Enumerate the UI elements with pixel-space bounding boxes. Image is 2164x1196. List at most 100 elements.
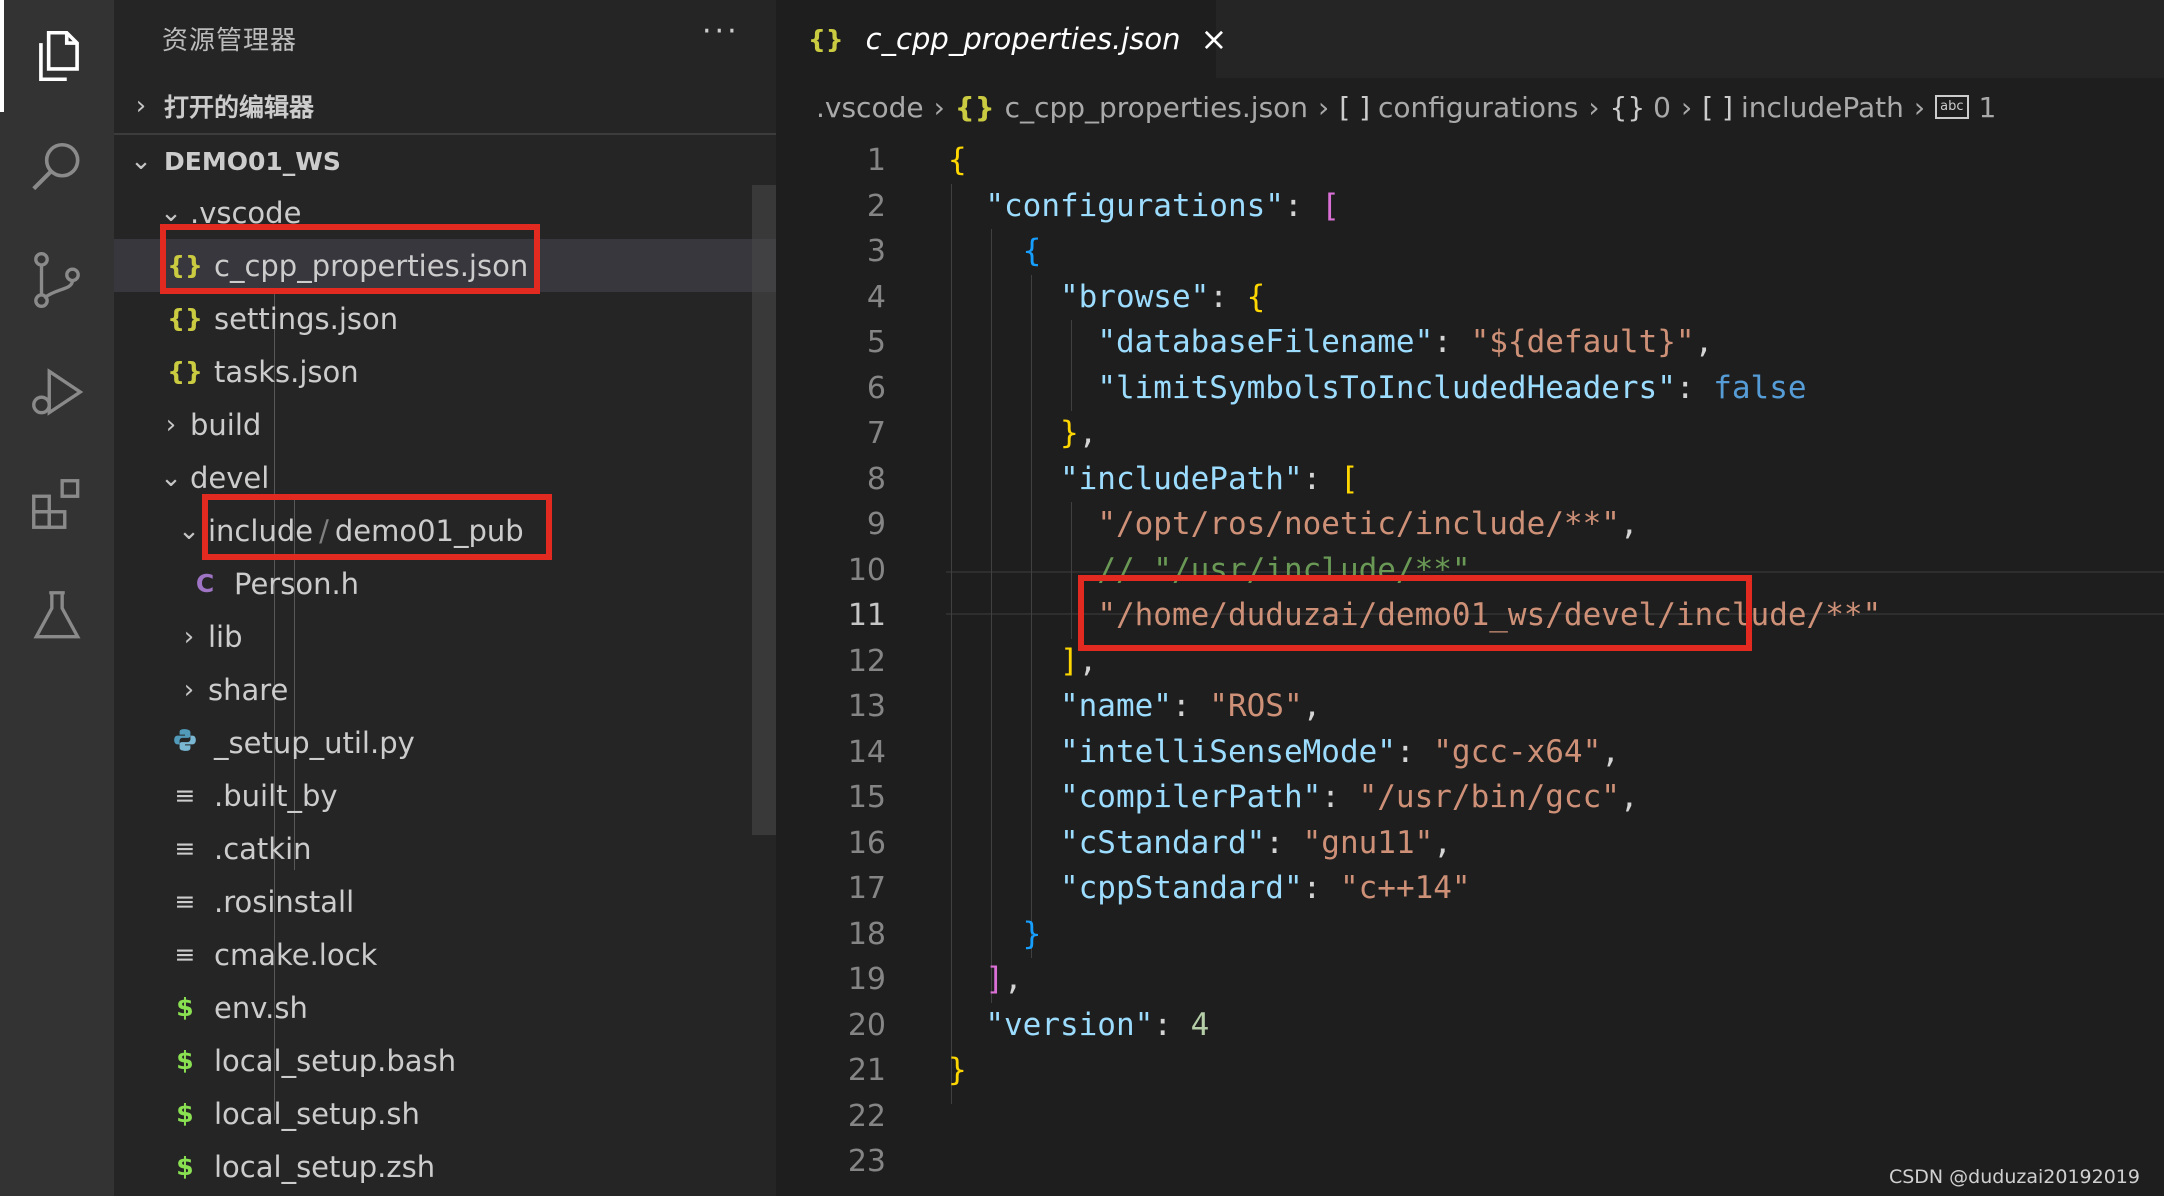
code-line: 20 "version": 4 (776, 1003, 2164, 1049)
workspace-section[interactable]: ⌄ DEMO01_WS (114, 135, 776, 187)
close-icon[interactable]: × (1200, 20, 1227, 58)
tree-file-local-setup-sh[interactable]: $ local_setup.sh (114, 1087, 754, 1140)
json-key: "cStandard" (1059, 824, 1266, 861)
object-icon: {} (1609, 90, 1646, 124)
tree-file-built-by[interactable]: ≡ .built_by (114, 769, 754, 822)
tree-folder-build[interactable]: › build (114, 398, 754, 451)
line-number: 13 (847, 689, 886, 724)
chevron-right-icon: › (1318, 90, 1330, 124)
tab-c-cpp-properties[interactable]: {} c_cpp_properties.json × (776, 0, 1227, 78)
tree-item-label: env.sh (214, 990, 308, 1025)
chevron-down-icon: ⌄ (160, 197, 182, 228)
tree-file-person-h[interactable]: C Person.h (114, 557, 754, 610)
chevron-right-icon: › (1588, 90, 1600, 124)
line-number: 6 (866, 370, 886, 406)
line-number: 23 (847, 1144, 886, 1179)
tree-file-env-sh[interactable]: $ env.sh (114, 981, 754, 1034)
explorer-sidebar: 资源管理器 ··· › 打开的编辑器 ⌄ DEMO01_WS ⌄ .vscode… (114, 0, 776, 1196)
tree-folder-lib[interactable]: › lib (114, 610, 754, 663)
tree-file-setup-util-py[interactable]: _setup_util.py (114, 716, 754, 769)
json-file-icon: {} (954, 90, 995, 124)
explorer-activity-button[interactable] (0, 0, 114, 112)
text-file-icon: ≡ (174, 887, 196, 916)
json-key: "name" (1059, 688, 1172, 724)
line-number: 1 (866, 143, 886, 178)
watermark: CSDN @duduzai20192019 (1888, 1166, 2140, 1188)
editor-tab-bar: {} c_cpp_properties.json × (776, 0, 2164, 78)
breadcrumb-index[interactable]: 0 (1653, 91, 1671, 124)
tree-file-local-setup-zsh[interactable]: $ local_setup.zsh (114, 1140, 754, 1193)
tree-file-local-setup-bash[interactable]: $ local_setup.bash (114, 1034, 754, 1087)
json-key: "intelliSenseMode" (1059, 733, 1396, 770)
shell-file-icon: $ (176, 1152, 194, 1181)
line-number: 2 (866, 188, 886, 224)
json-key: "configurations" (985, 187, 1284, 224)
tree-item-label: Person.h (234, 566, 360, 601)
flask-icon (33, 591, 81, 639)
run-debug-activity-button[interactable] (0, 336, 114, 448)
code-line: 3 { (776, 229, 2164, 275)
json-file-icon: {} (167, 304, 203, 333)
files-icon (39, 30, 79, 82)
source-control-activity-button[interactable] (0, 224, 114, 336)
breadcrumb-folder[interactable]: .vscode (816, 91, 924, 124)
tree-file-catkin[interactable]: ≡ .catkin (114, 822, 754, 875)
sidebar-scrollbar[interactable] (752, 185, 776, 835)
line-number: 7 (866, 416, 886, 451)
extensions-activity-button[interactable] (0, 448, 114, 560)
chevron-right-icon: › (183, 674, 195, 705)
code-line: 6 "limitSymbolsToIncludedHeaders": false (776, 366, 2164, 412)
code-line: 18 } (776, 912, 2164, 958)
code-line: 19 ], (776, 957, 2164, 1003)
tree-item-label: cmake.lock (214, 937, 378, 972)
chevron-down-icon: ⌄ (178, 515, 200, 546)
testing-activity-button[interactable] (0, 560, 114, 672)
line-number: 21 (847, 1053, 886, 1088)
editor-area: {} c_cpp_properties.json × .vscode › {} … (776, 0, 2164, 1196)
shell-file-icon: $ (176, 1099, 194, 1128)
code-line: 7 }, (776, 411, 2164, 457)
code-line: 5 "databaseFilename": "${default}", (776, 320, 2164, 366)
tree-item-label: devel (190, 460, 270, 495)
breadcrumb-includepath[interactable]: includePath (1741, 91, 1904, 124)
breadcrumb-string-index[interactable]: 1 (1979, 91, 1997, 124)
json-key: "databaseFilename" (1097, 324, 1434, 360)
chevron-right-icon: › (183, 621, 195, 652)
highlight-box-include-folder (202, 494, 552, 560)
code-line: 8 "includePath": [ (776, 457, 2164, 503)
line-number: 16 (847, 825, 886, 861)
chevron-right-icon: › (135, 91, 147, 121)
tree-item-label: tasks.json (214, 354, 359, 389)
breadcrumb-file[interactable]: c_cpp_properties.json (1005, 91, 1308, 124)
text-file-icon: ≡ (174, 834, 196, 863)
tree-file-cmake-lock[interactable]: ≡ cmake.lock (114, 928, 754, 981)
chevron-right-icon: › (165, 409, 177, 440)
json-string: "ROS" (1209, 688, 1303, 724)
tree-folder-share[interactable]: › share (114, 663, 754, 716)
breadcrumb-configurations[interactable]: configurations (1378, 91, 1578, 124)
array-icon: [ ] (1339, 90, 1370, 124)
json-file-icon: {} (808, 24, 844, 54)
chevron-down-icon: ⌄ (130, 146, 152, 176)
tree-item-label: build (190, 407, 262, 442)
tree-item-label: settings.json (214, 301, 399, 336)
python-file-icon (164, 727, 206, 759)
tree-file-rosinstall[interactable]: ≡ .rosinstall (114, 875, 754, 928)
explorer-title: 资源管理器 (162, 26, 298, 56)
tree-item-label: .built_by (214, 778, 338, 813)
code-line: 17 "cppStandard": "c++14" (776, 866, 2164, 912)
line-number: 17 (847, 871, 886, 906)
chevron-right-icon: › (1913, 90, 1926, 124)
activity-bar (0, 0, 114, 1196)
search-activity-button[interactable] (0, 112, 114, 224)
json-key: "version" (985, 1006, 1154, 1043)
tree-file-settings[interactable]: {} settings.json (114, 292, 754, 345)
line-number: 15 (847, 780, 886, 815)
open-editors-section[interactable]: › 打开的编辑器 (114, 80, 776, 132)
line-number: 20 (847, 1007, 886, 1043)
json-file-icon: {} (167, 357, 203, 386)
code-line: 13 "name": "ROS", (776, 684, 2164, 730)
more-actions-button[interactable]: ··· (702, 14, 740, 49)
tree-file-tasks[interactable]: {} tasks.json (114, 345, 754, 398)
text-file-icon: ≡ (174, 781, 196, 810)
